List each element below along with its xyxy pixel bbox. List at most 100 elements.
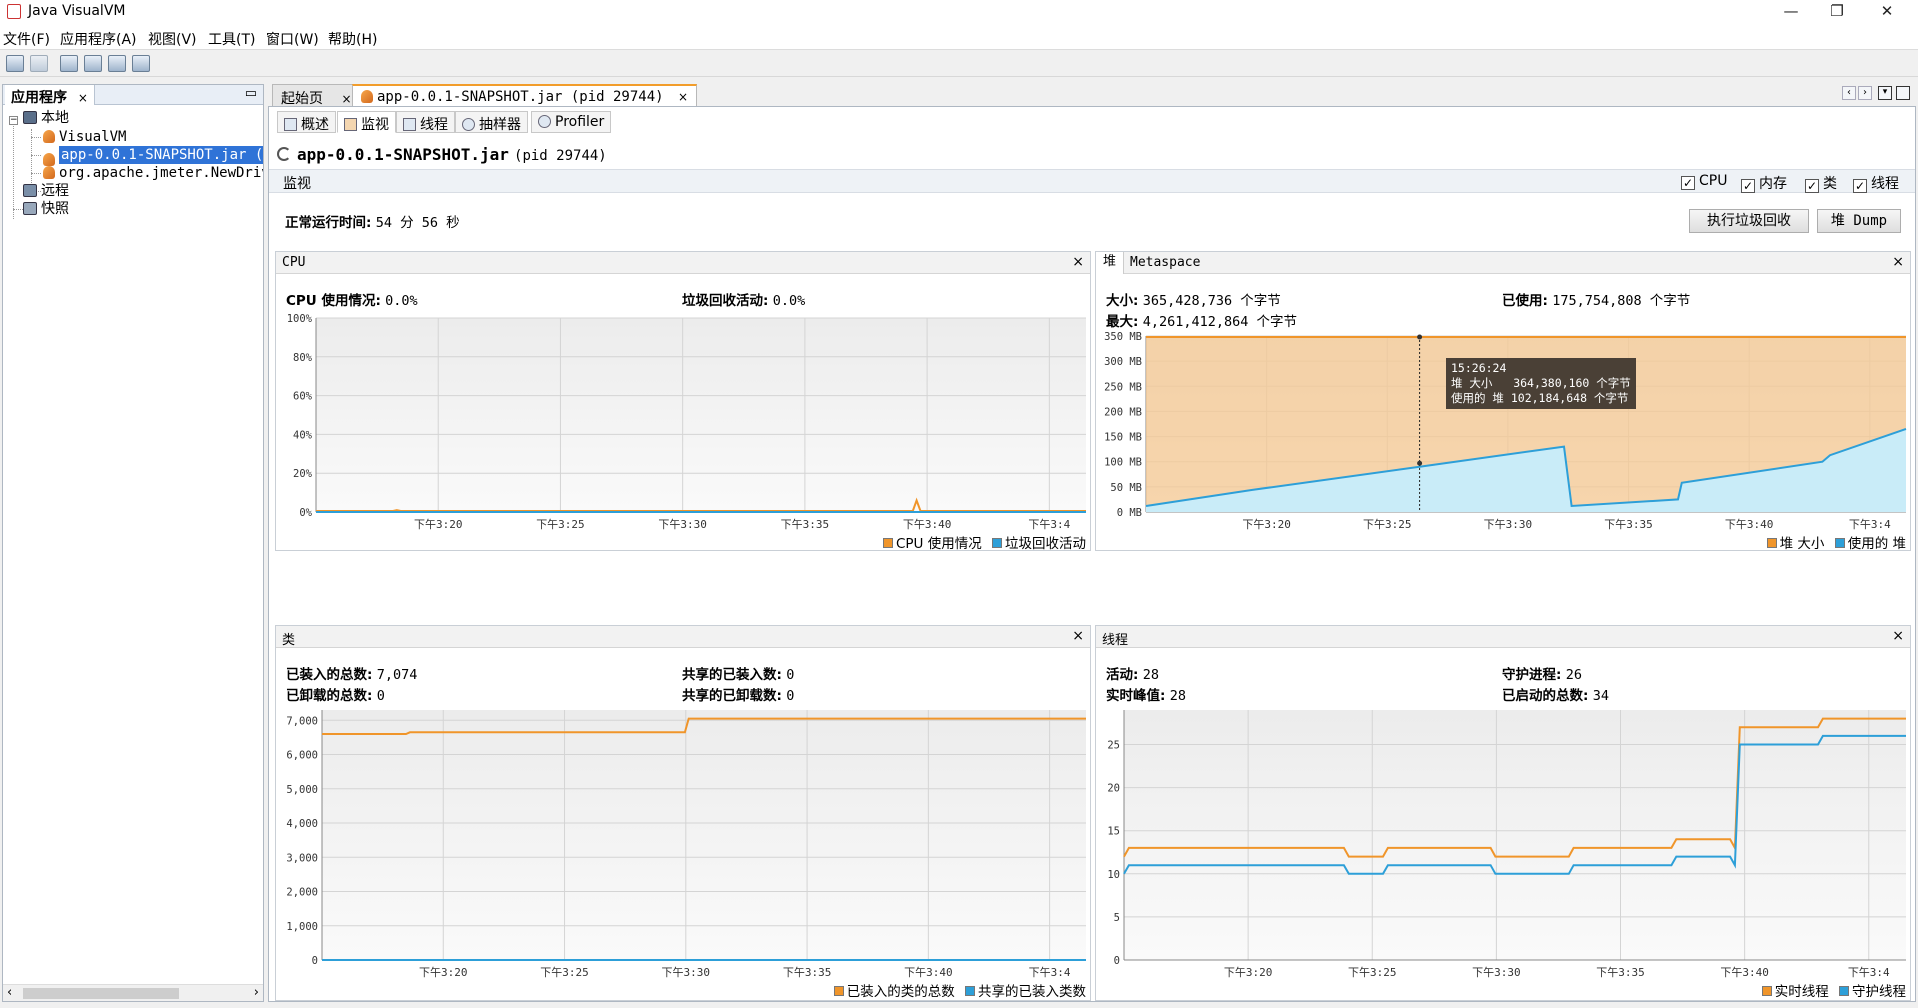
- tab-list-icon[interactable]: ▾: [1878, 86, 1892, 100]
- threads-panel-header: 线程 ×: [1096, 626, 1910, 648]
- y-tick-label: 10: [1107, 869, 1120, 881]
- tree-item-local[interactable]: 本地: [23, 109, 69, 127]
- tab-overview[interactable]: 概述: [277, 111, 336, 133]
- tab-close-icon[interactable]: ×: [678, 90, 688, 104]
- legend-shared-loaded: 共享的已装入类数: [978, 984, 1086, 1000]
- classes-panel-title: 类: [282, 633, 296, 648]
- minimize-panel-icon[interactable]: ▭: [245, 86, 257, 101]
- tree-item-app-jar[interactable]: app-0.0.1-SNAPSHOT.jar (pi: [43, 146, 263, 166]
- y-tick-label: 4,000: [286, 818, 318, 830]
- tab-start-page[interactable]: 起始页 ×: [272, 84, 361, 107]
- applications-tab[interactable]: 应用程序 ×: [5, 85, 95, 106]
- checkbox-cpu-label: CPU: [1699, 173, 1728, 189]
- minimize-button[interactable]: —: [1768, 0, 1814, 24]
- menu-file[interactable]: 文件(F): [3, 29, 50, 49]
- menu-tools[interactable]: 工具(T): [208, 29, 255, 49]
- check-icon: ✓: [1741, 179, 1755, 193]
- tab-app-jar[interactable]: app-0.0.1-SNAPSHOT.jar (pid 29744) ×: [352, 84, 698, 106]
- shared-loaded-stat: 共享的已装入数: 0: [682, 663, 794, 683]
- maximize-tab-icon[interactable]: [1896, 86, 1910, 100]
- add-remote-host-icon[interactable]: [84, 55, 102, 72]
- y-tick-label: 3,000: [286, 852, 318, 864]
- x-tick-label: 下午3:20: [1242, 518, 1291, 531]
- tab-metaspace[interactable]: Metaspace: [1130, 255, 1200, 270]
- tab-sampler-label: 抽样器: [479, 117, 521, 133]
- tab-profiler[interactable]: Profiler: [531, 111, 612, 133]
- applications-tab-close-icon[interactable]: ×: [78, 91, 88, 105]
- add-snapshot-icon[interactable]: [132, 55, 150, 72]
- tab-threads[interactable]: 线程: [396, 111, 455, 133]
- tree-item-visualvm[interactable]: VisualVM: [43, 128, 126, 146]
- cpu-chart: 100% 80% 60% 40% 20% 0% 下午3:20 下午3:25 下午3:30 下午3:…: [287, 313, 1086, 531]
- x-tick-label: 下午3:40: [904, 966, 953, 979]
- close-icon[interactable]: ×: [1892, 254, 1904, 270]
- sampler-icon: [462, 118, 475, 131]
- expand-local-icon[interactable]: −: [9, 116, 18, 125]
- gc-activity-stat: 垃圾回收活动: 0.0%: [682, 289, 805, 309]
- scrollbar-thumb[interactable]: [23, 988, 179, 999]
- x-tick-label: 下午3:35: [783, 966, 832, 979]
- legend-swatch: [882, 538, 893, 548]
- maximize-button[interactable]: ❐: [1814, 0, 1860, 24]
- close-icon[interactable]: ×: [1892, 628, 1904, 644]
- horizontal-scrollbar[interactable]: ‹ ›: [3, 984, 263, 1001]
- tab-monitor[interactable]: 监视: [337, 111, 396, 133]
- tab-start-page-label: 起始页: [281, 91, 323, 107]
- tree-item-remote[interactable]: 远程: [23, 182, 69, 200]
- title-bar: Java VisualVM — ❐ ✕: [0, 0, 1918, 24]
- applications-tab-label: 应用程序: [11, 90, 67, 106]
- tree-item-jmeter-label: org.apache.jmeter.NewDrive: [59, 165, 263, 181]
- cpu-panel: CPU × CPU 使用情况: 0.0% 垃圾回收活动: 0.0% 100% 80…: [275, 251, 1091, 552]
- live-threads-label: 活动:: [1106, 667, 1139, 683]
- y-tick-label: 2,000: [286, 887, 318, 899]
- y-tick-label: 200 MB: [1104, 406, 1142, 418]
- tooltip-time: 15:26:24: [1451, 361, 1507, 375]
- close-button[interactable]: ✕: [1864, 0, 1910, 24]
- peak-threads-stat: 实时峰值: 28: [1106, 684, 1186, 704]
- y-tick-label: 20: [1107, 783, 1120, 795]
- checkbox-cpu[interactable]: ✓ CPU: [1681, 173, 1727, 190]
- cpu-usage-value: 0.0%: [385, 293, 418, 309]
- close-icon[interactable]: ×: [1072, 254, 1084, 270]
- monitor-section-label: 监视: [283, 176, 311, 192]
- menu-bar: 文件(F) 应用程序(A) 视图(V) 工具(T) 窗口(W) 帮助(H): [0, 24, 1918, 50]
- menu-window[interactable]: 窗口(W): [266, 29, 319, 49]
- scroll-tabs-left-icon[interactable]: ‹: [1842, 86, 1856, 100]
- tab-heap[interactable]: 堆: [1096, 252, 1124, 274]
- live-threads-value: 28: [1142, 667, 1159, 683]
- checkbox-classes[interactable]: ✓ 类: [1805, 173, 1837, 193]
- perform-gc-button[interactable]: 执行垃圾回收: [1689, 209, 1809, 233]
- daemon-threads-value: 26: [1565, 667, 1582, 683]
- scroll-right-icon[interactable]: ›: [254, 985, 259, 1000]
- menu-application[interactable]: 应用程序(A): [60, 29, 137, 49]
- tab-profiler-label: Profiler: [555, 114, 605, 130]
- open-snapshot-icon[interactable]: [6, 55, 24, 72]
- tree-item-jmeter[interactable]: org.apache.jmeter.NewDrive: [43, 164, 263, 182]
- tab-close-icon[interactable]: ×: [341, 92, 351, 106]
- heap-dump-button[interactable]: 堆 Dump: [1817, 209, 1901, 233]
- y-tick-label: 50 MB: [1110, 482, 1142, 494]
- tree-item-snapshots[interactable]: 快照: [23, 200, 69, 218]
- threads-chart: 25 20 15 10 5 0 下午3:20 下午3:25 下午3:30 下午3:35 下午3:40…: [1107, 710, 1906, 979]
- save-icon[interactable]: [30, 55, 48, 72]
- cpu-legend: CPU 使用情况 垃圾回收活动: [882, 532, 1086, 552]
- tab-sampler[interactable]: 抽样器: [455, 111, 528, 133]
- classes-panel-header: 类 ×: [276, 626, 1090, 648]
- scroll-tabs-right-icon[interactable]: ›: [1858, 86, 1872, 100]
- close-icon[interactable]: ×: [1072, 628, 1084, 644]
- tab-threads-label: 线程: [420, 117, 448, 133]
- uptime-value: 54 分 56 秒: [375, 215, 460, 231]
- add-core-dump-icon[interactable]: [108, 55, 126, 72]
- checkbox-threads[interactable]: ✓ 线程: [1853, 173, 1899, 193]
- legend-swatch: [1834, 538, 1845, 548]
- checkbox-memory[interactable]: ✓ 内存: [1741, 173, 1787, 193]
- y-tick-label: 5,000: [286, 784, 318, 796]
- heap-panel: 堆 Metaspace × 大小: 365,428,736 个字节 最大: 4,…: [1095, 251, 1911, 552]
- scroll-left-icon[interactable]: ‹: [7, 985, 12, 1000]
- menu-view[interactable]: 视图(V): [148, 29, 197, 49]
- menu-help[interactable]: 帮助(H): [328, 29, 377, 49]
- monitor-icon: [344, 118, 357, 131]
- y-tick-label: 350 MB: [1104, 331, 1142, 343]
- legend-cpu-usage: CPU 使用情况: [895, 536, 982, 552]
- add-jmx-connection-icon[interactable]: [60, 55, 78, 72]
